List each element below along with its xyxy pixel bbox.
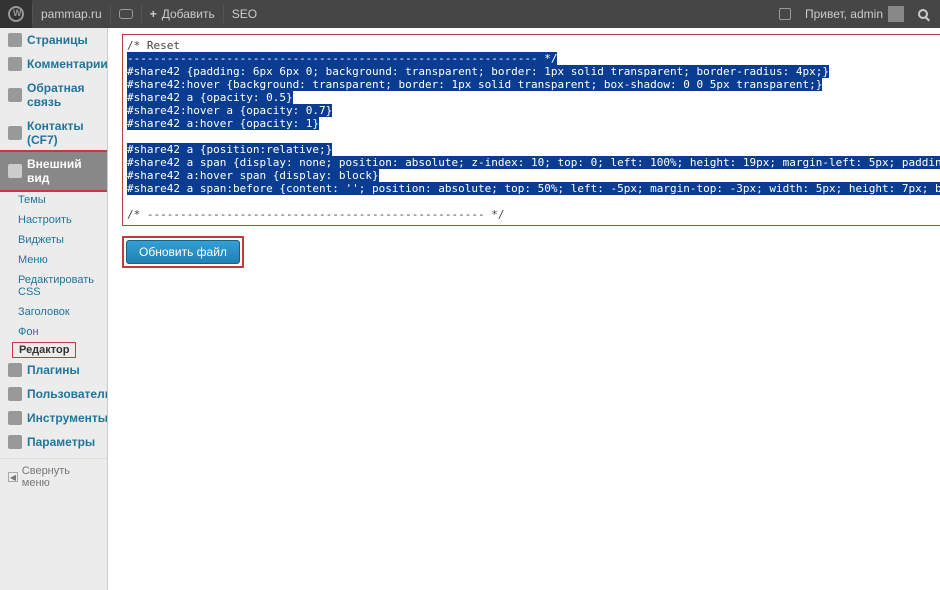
plus-icon: + bbox=[150, 7, 157, 21]
sidebar-label: Контакты (CF7) bbox=[27, 119, 99, 147]
submit-wrap: Обновить файл bbox=[122, 236, 244, 268]
main-content: /* Reset -------------------------------… bbox=[108, 28, 940, 590]
users-icon bbox=[8, 387, 22, 401]
cf7-icon bbox=[8, 126, 22, 140]
sidebar-label: Внешний вид bbox=[27, 157, 99, 185]
settings-icon bbox=[8, 435, 22, 449]
admin-bar-right: Привет, admin bbox=[779, 0, 940, 28]
account-menu[interactable]: Привет, admin bbox=[801, 0, 908, 28]
sidebar-label: Пользователи bbox=[27, 387, 108, 401]
comment-icon bbox=[119, 9, 133, 19]
submenu-edit-css[interactable]: Редактировать CSS bbox=[12, 270, 107, 302]
submenu-customize[interactable]: Настроить bbox=[12, 210, 107, 230]
sidebar-item-comments[interactable]: Комментарии bbox=[0, 52, 107, 76]
sidebar-item-tools[interactable]: Инструменты bbox=[0, 406, 107, 430]
notification-icon[interactable] bbox=[779, 8, 791, 20]
code-line: /* Reset bbox=[127, 39, 180, 52]
seo-menu[interactable]: SEO bbox=[224, 0, 265, 28]
admin-bar-left: pammap.ru + Добавить SEO bbox=[0, 0, 265, 28]
sidebar-label: Инструменты bbox=[27, 411, 108, 425]
site-name-menu[interactable]: pammap.ru bbox=[33, 0, 110, 28]
avatar-icon bbox=[888, 6, 904, 22]
update-file-button[interactable]: Обновить файл bbox=[126, 240, 240, 264]
site-name: pammap.ru bbox=[41, 7, 102, 21]
appearance-submenu: Темы Настроить Виджеты Меню Редактироват… bbox=[0, 190, 107, 358]
admin-bar: pammap.ru + Добавить SEO Привет, admin bbox=[0, 0, 940, 28]
code-content: /* Reset -------------------------------… bbox=[127, 39, 940, 221]
layout: Страницы Комментарии Обратная связь Конт… bbox=[0, 28, 940, 590]
sidebar-item-plugins[interactable]: Плагины bbox=[0, 358, 107, 382]
add-label: Добавить bbox=[162, 7, 215, 21]
submenu-background[interactable]: Фон bbox=[12, 322, 107, 342]
sidebar-item-cf7[interactable]: Контакты (CF7) bbox=[0, 114, 107, 152]
collapse-icon: ◀ bbox=[8, 472, 18, 482]
code-editor[interactable]: /* Reset -------------------------------… bbox=[122, 34, 940, 226]
comments-menu[interactable] bbox=[111, 0, 141, 28]
search-icon[interactable] bbox=[918, 9, 928, 19]
sidebar-item-feedback[interactable]: Обратная связь bbox=[0, 76, 107, 114]
sidebar-label: Параметры bbox=[27, 435, 95, 449]
collapse-menu[interactable]: ◀ Свернуть меню bbox=[0, 458, 107, 495]
sidebar-label: Комментарии bbox=[27, 57, 108, 71]
plugins-icon bbox=[8, 363, 22, 377]
sidebar-item-users[interactable]: Пользователи bbox=[0, 382, 107, 406]
greeting-label: Привет, admin bbox=[805, 7, 883, 21]
comments-icon bbox=[8, 57, 22, 71]
submenu-editor[interactable]: Редактор bbox=[12, 342, 76, 358]
submenu-widgets[interactable]: Виджеты bbox=[12, 230, 107, 250]
feedback-icon bbox=[8, 88, 22, 102]
editor-column: /* Reset -------------------------------… bbox=[122, 34, 940, 590]
collapse-label: Свернуть меню bbox=[22, 465, 99, 489]
sidebar-label: Обратная связь bbox=[27, 81, 99, 109]
new-content-menu[interactable]: + Добавить bbox=[142, 0, 223, 28]
sidebar-item-appearance[interactable]: Внешний вид bbox=[0, 150, 108, 192]
code-selection: ----------------------------------------… bbox=[127, 52, 940, 195]
sidebar-item-settings[interactable]: Параметры bbox=[0, 430, 107, 454]
sidebar-label: Плагины bbox=[27, 363, 80, 377]
admin-sidebar: Страницы Комментарии Обратная связь Конт… bbox=[0, 28, 108, 590]
appearance-icon bbox=[8, 164, 22, 178]
submenu-menus[interactable]: Меню bbox=[12, 250, 107, 270]
sidebar-item-pages[interactable]: Страницы bbox=[0, 28, 107, 52]
sidebar-label: Страницы bbox=[27, 33, 88, 47]
submenu-header[interactable]: Заголовок bbox=[12, 302, 107, 322]
seo-label: SEO bbox=[232, 7, 257, 21]
wp-logo-menu[interactable] bbox=[0, 0, 32, 28]
pages-icon bbox=[8, 33, 22, 47]
submenu-themes[interactable]: Темы bbox=[12, 190, 107, 210]
tools-icon bbox=[8, 411, 22, 425]
code-line: /* -------------------------------------… bbox=[127, 208, 505, 221]
wp-logo-icon bbox=[8, 6, 24, 22]
